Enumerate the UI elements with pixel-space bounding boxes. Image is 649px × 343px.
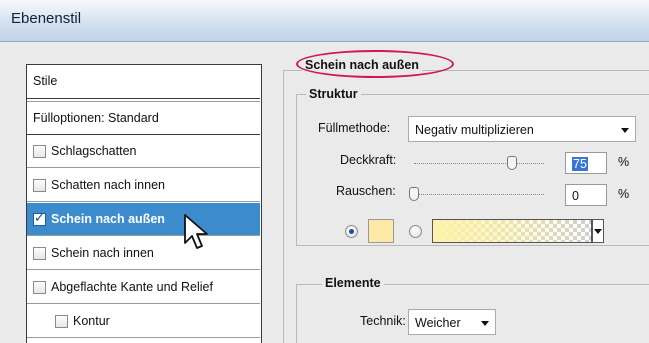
glow-gradient-picker[interactable] [432,219,592,243]
style-item-drop-shadow[interactable]: Schlagschatten [27,135,260,168]
window-title: Ebenenstil [11,10,82,27]
chevron-down-icon [621,128,629,133]
solid-color-radio[interactable] [345,225,358,238]
inner-glow-checkbox[interactable] [33,247,46,260]
mouse-cursor-icon [184,214,208,249]
style-item-label: Kontur [73,314,110,328]
noise-slider-track[interactable] [414,194,544,195]
opacity-input[interactable]: 75 [565,152,607,174]
bevel-emboss-checkbox[interactable] [33,281,46,294]
gradient-dropdown-icon[interactable] [592,219,604,243]
noise-unit: % [618,187,630,201]
highlight-ellipse [296,50,454,78]
fill-options-label: Fülloptionen: Standard [33,111,159,125]
elements-title: Elemente [322,276,384,290]
opacity-value: 75 [572,157,588,171]
contour-checkbox[interactable] [55,315,68,328]
chevron-down-icon [481,321,489,326]
blend-mode-label: Füllmethode: [318,121,391,135]
styles-header[interactable]: Stile [27,65,260,99]
style-item-bevel-emboss[interactable]: Abgeflachte Kante und Relief [27,271,260,304]
style-item-label: Schlagschatten [51,144,137,158]
styles-list: Stile Fülloptionen: Standard Schlagschat… [26,64,262,343]
noise-value: 0 [572,189,579,203]
opacity-unit: % [618,155,630,169]
style-item-label: Schein nach außen [51,212,165,226]
style-item-contour[interactable]: Kontur [27,305,260,338]
glow-color-swatch[interactable] [368,219,394,243]
style-item-label: Schein nach innen [51,246,154,260]
noise-label: Rauschen: [336,184,396,198]
noise-input[interactable]: 0 [565,184,607,206]
technique-label: Technik: [360,314,406,328]
gradient-radio[interactable] [409,225,422,238]
drop-shadow-checkbox[interactable] [33,145,46,158]
opacity-label: Deckkraft: [340,153,397,167]
opacity-slider-thumb[interactable] [506,156,517,170]
technique-select[interactable]: Weicher [408,309,496,335]
style-item-label: Abgeflachte Kante und Relief [51,280,213,294]
blend-mode-select[interactable]: Negativ multiplizieren [408,116,636,142]
inner-shadow-checkbox[interactable] [33,179,46,192]
technique-value: Weicher [415,316,461,330]
structure-title: Struktur [306,87,361,101]
style-item-label: Schatten nach innen [51,178,165,192]
blend-mode-value: Negativ multiplizieren [415,123,534,137]
style-item-inner-glow[interactable]: Schein nach innen [27,237,260,270]
styles-header-label: Stile [33,74,58,88]
fill-options-item[interactable]: Fülloptionen: Standard [27,101,260,135]
noise-slider-thumb[interactable] [409,187,419,201]
outer-glow-checkbox[interactable] [33,210,46,226]
opacity-slider-track[interactable] [414,163,544,164]
style-item-outer-glow[interactable]: Schein nach außen [27,203,260,236]
title-bar: Ebenenstil [0,0,649,42]
style-item-inner-shadow[interactable]: Schatten nach innen [27,169,260,202]
